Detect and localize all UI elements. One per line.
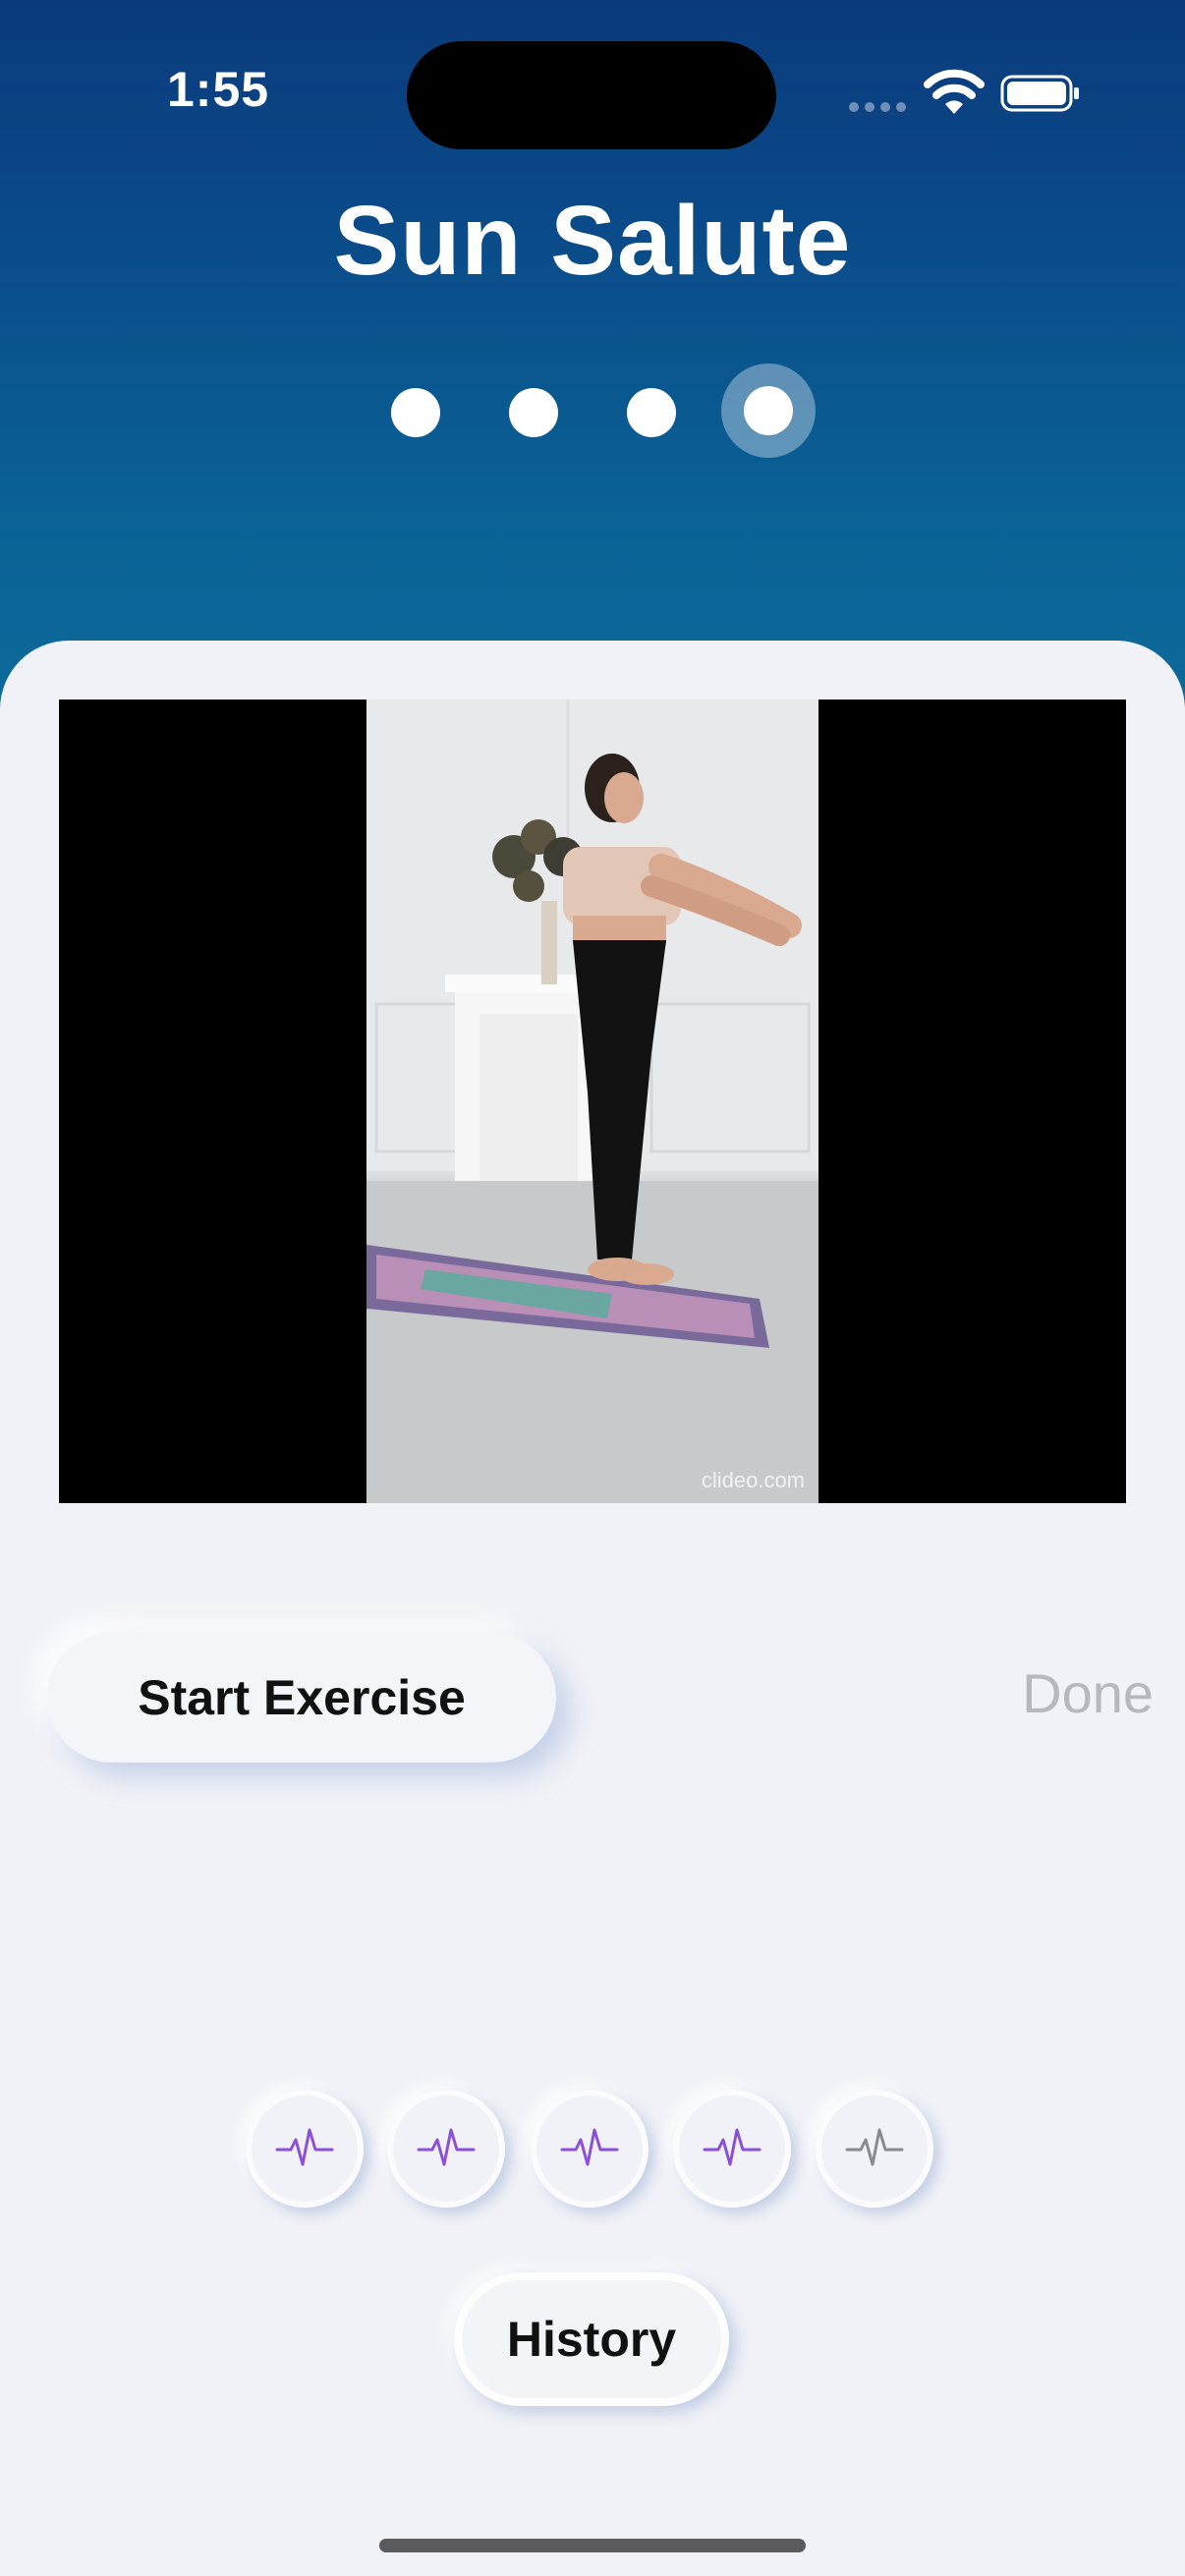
page-dot[interactable] — [627, 388, 676, 437]
page-title: Sun Salute — [333, 186, 852, 296]
history-button[interactable]: History — [454, 2272, 729, 2406]
battery-icon — [1000, 75, 1079, 112]
dynamic-island — [407, 41, 776, 149]
page-indicator — [0, 364, 1185, 462]
history-indicator-completed[interactable] — [673, 2090, 791, 2208]
done-button[interactable]: Done — [963, 1660, 1159, 1726]
page-dot-active[interactable] — [744, 386, 793, 435]
video-watermark: clideo.com — [701, 1468, 805, 1492]
video-frame: clideo.com — [367, 700, 818, 1503]
history-indicator-completed[interactable] — [246, 2090, 364, 2208]
status-time: 1:55 — [167, 62, 270, 117]
heartbeat-icon — [275, 2128, 334, 2166]
wifi-icon — [924, 69, 985, 114]
heartbeat-icon — [703, 2128, 762, 2166]
start-exercise-button[interactable]: Start Exercise — [47, 1633, 556, 1763]
history-indicator-completed[interactable] — [531, 2090, 649, 2208]
heartbeat-icon — [845, 2128, 904, 2166]
page-dot[interactable] — [391, 388, 440, 437]
cellular-signal-icon — [849, 102, 906, 112]
page-dot[interactable] — [509, 388, 558, 437]
history-indicator-completed[interactable] — [387, 2090, 505, 2208]
home-indicator — [379, 2539, 806, 2552]
heartbeat-icon — [417, 2128, 476, 2166]
heartbeat-icon — [560, 2128, 619, 2166]
yoga-scene-image — [367, 700, 818, 1503]
history-indicator-pending[interactable] — [816, 2090, 933, 2208]
